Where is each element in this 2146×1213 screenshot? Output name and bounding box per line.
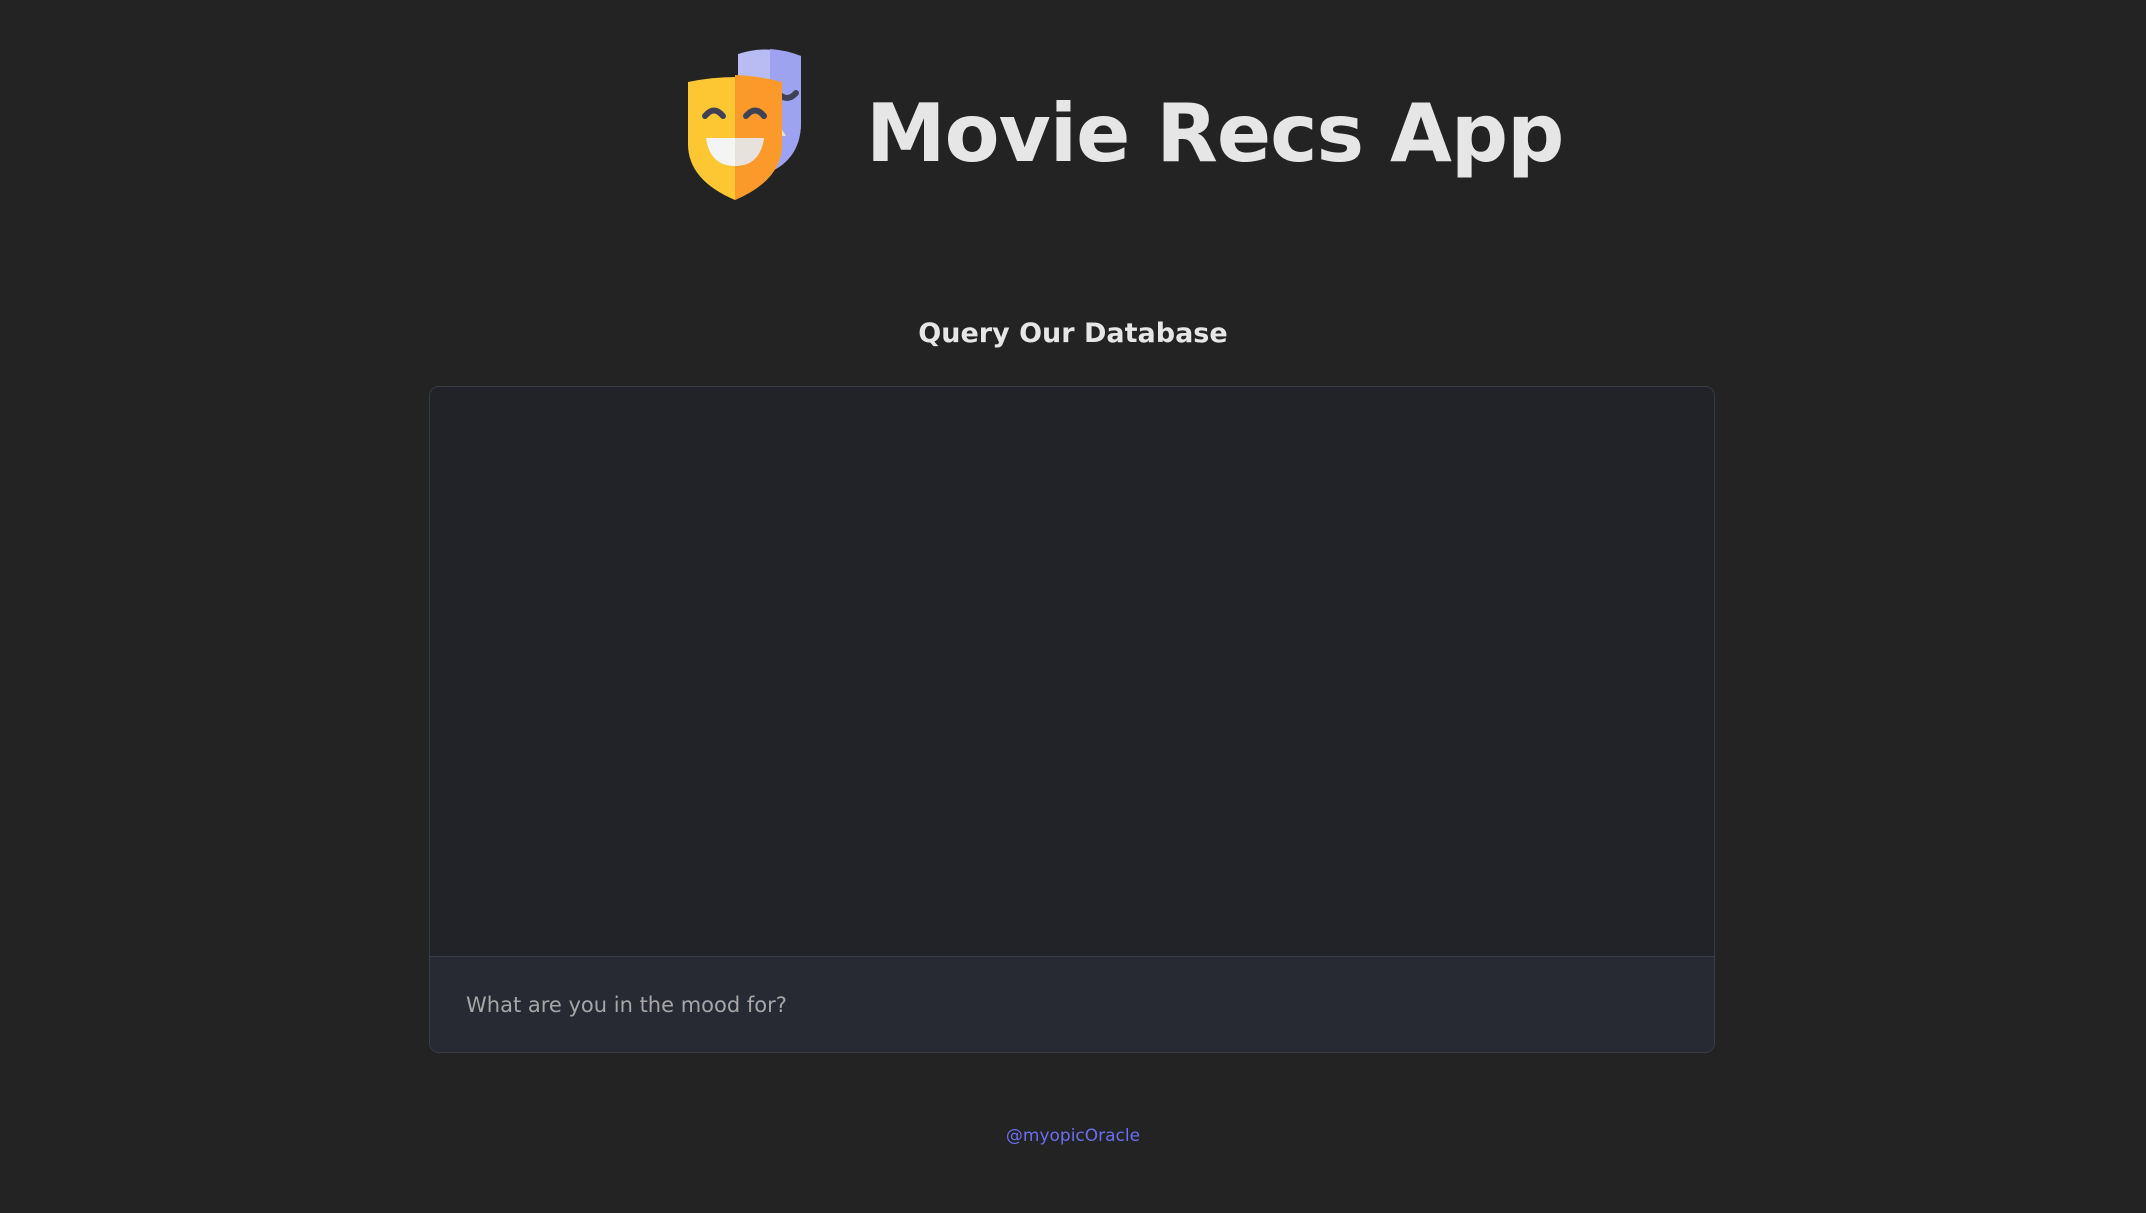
chat-input-bar <box>430 956 1714 1052</box>
author-link[interactable]: @myopicOracle <box>0 1126 2146 1146</box>
app-title: Movie Recs App <box>866 86 1564 180</box>
section-title: Query Our Database <box>918 318 1228 349</box>
page: Movie Recs App Query Our Database @myopi… <box>0 0 2146 1213</box>
theater-masks-icon <box>688 49 801 200</box>
chat-panel <box>429 386 1715 1053</box>
chat-messages-area[interactable] <box>430 387 1714 957</box>
header: Movie Recs App <box>686 44 1564 204</box>
query-input[interactable] <box>466 957 1666 1052</box>
